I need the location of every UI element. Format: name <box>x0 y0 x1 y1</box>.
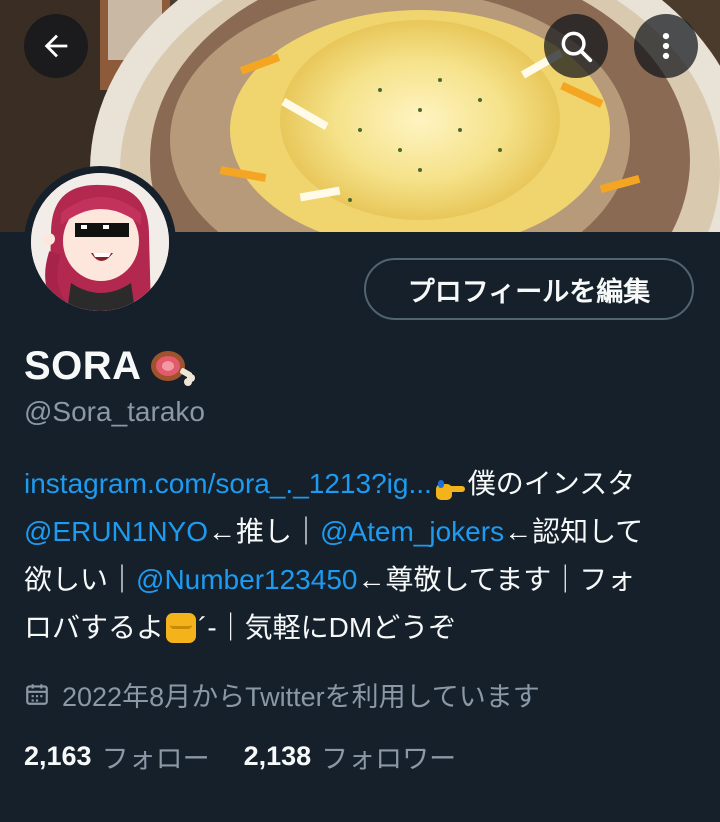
following-count: 2,163 <box>24 740 92 771</box>
edit-profile-button[interactable]: プロフィールを編集 <box>364 258 694 320</box>
arrow-left-icon <box>44 34 68 58</box>
display-name: SORA <box>24 343 142 388</box>
bio-line: instagram.com/sora_._1213?ig... 僕のインスタ <box>24 460 704 508</box>
avatar-image <box>31 173 169 311</box>
backhand-index-pointing-right-icon <box>434 471 466 500</box>
join-date: 2022年8月からTwitterを利用しています <box>24 672 540 716</box>
display-name-row: SORA <box>24 338 196 394</box>
bio-text: 僕のインスタ <box>467 468 636 499</box>
followers-link[interactable]: 2,138 フォロワー <box>244 737 457 776</box>
following-link[interactable]: 2,163 フォロー <box>24 737 210 776</box>
join-date-text: 2022年8月からTwitterを利用しています <box>62 681 540 712</box>
bio-line: ロバするよ ´-｜気軽にDMどうぞ <box>24 604 704 652</box>
more-options-button[interactable] <box>634 14 698 78</box>
bio-text: ロバするよ <box>24 612 165 643</box>
bio-line: @ERUN1NYO ←推し｜ @Atem_jokers ←認知して <box>24 508 704 556</box>
follow-stats: 2,163 フォロー 2,138 フォロワー <box>24 734 490 778</box>
avatar-border <box>24 166 176 318</box>
bio-text: ←推し｜ <box>208 516 321 547</box>
mention-link[interactable]: @ERUN1NYO <box>24 508 208 556</box>
user-handle: @Sora_tarako <box>24 396 205 427</box>
calendar-icon <box>24 681 50 707</box>
more-vertical-icon <box>662 32 670 60</box>
raised-fist-icon <box>166 613 197 643</box>
bio-text: ´-｜気軽にDMどうぞ <box>198 612 457 643</box>
following-label: フォロー <box>101 743 210 774</box>
back-button[interactable] <box>24 14 88 78</box>
bio-line: 欲しい｜ @Number123450 ←尊敬してます｜フォ <box>24 556 704 604</box>
instagram-link[interactable]: instagram.com/sora_._1213?ig... <box>24 460 432 508</box>
avatar[interactable] <box>31 173 169 311</box>
meat-on-bone-icon <box>146 342 196 390</box>
bio-text: ←尊敬してます｜フォ <box>357 564 636 595</box>
mention-link[interactable]: @Atem_jokers <box>320 508 504 556</box>
search-button[interactable] <box>544 14 608 78</box>
search-icon <box>561 31 593 63</box>
mention-link[interactable]: @Number123450 <box>136 556 357 604</box>
bio-text: 欲しい｜ <box>24 564 137 595</box>
followers-label: フォロワー <box>321 743 457 774</box>
followers-count: 2,138 <box>243 740 312 771</box>
profile-bio: instagram.com/sora_._1213?ig... 僕のインスタ @… <box>24 460 704 652</box>
bio-text: ←認知して <box>504 516 644 547</box>
